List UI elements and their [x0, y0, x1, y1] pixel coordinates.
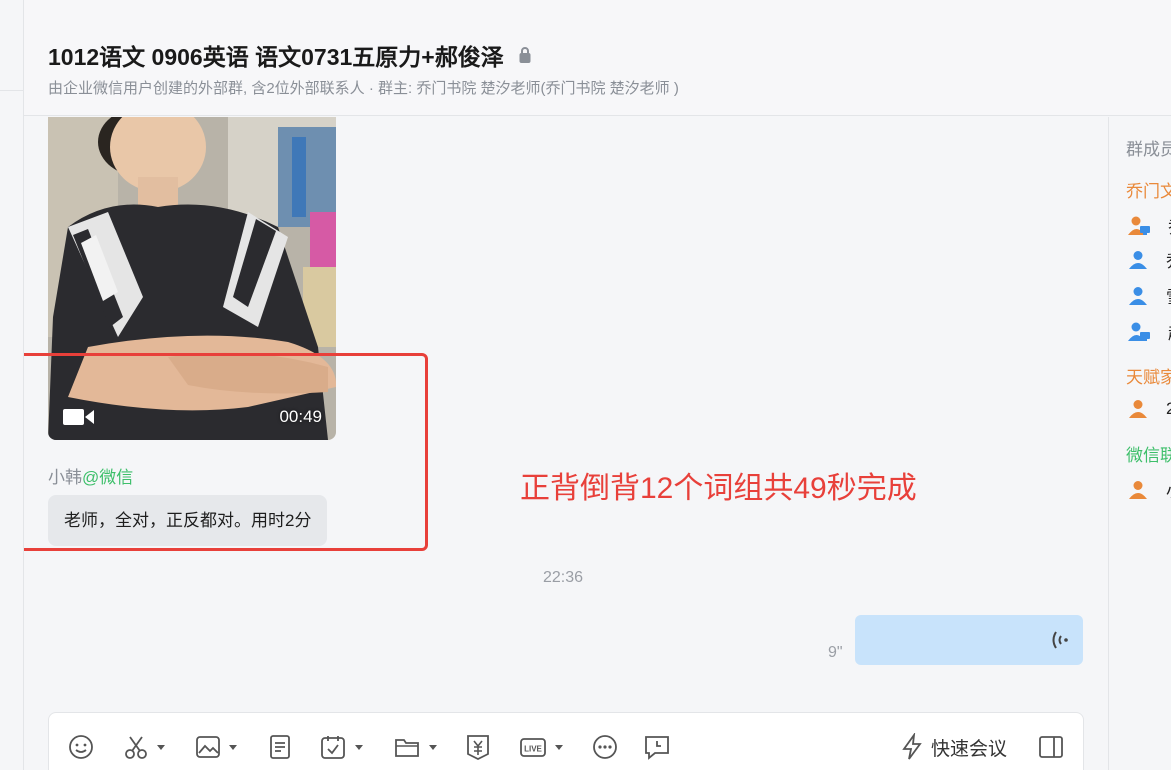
user-icon [1129, 286, 1147, 305]
lightning-icon [902, 733, 922, 760]
chevron-down-icon[interactable] [229, 744, 237, 750]
live-button[interactable]: LIVE [519, 733, 563, 761]
panel-toggle-icon [1039, 736, 1063, 758]
member-group-label[interactable]: 乔门文 [1126, 177, 1171, 202]
member-sidebar: 群成员 乔门文 乔 乔 雪 赵 天赋家 2 微信联 小 [1108, 117, 1171, 770]
member-item[interactable]: 乔 [1128, 247, 1171, 272]
chevron-down-icon[interactable] [555, 744, 563, 750]
timed-message-button[interactable] [643, 733, 671, 761]
emoji-button[interactable] [67, 733, 95, 761]
member-item[interactable]: 小 [1128, 477, 1171, 502]
chevron-down-icon[interactable] [429, 744, 437, 750]
lock-icon [519, 47, 531, 63]
left-nav-strip [0, 0, 24, 770]
more-icon [593, 735, 617, 759]
voice-message-bubble[interactable] [855, 615, 1083, 665]
document-button[interactable] [267, 733, 293, 761]
external-user-icon [1129, 400, 1147, 418]
highlight-box [24, 353, 428, 551]
chat-subtitle: 由企业微信用户创建的外部群, 含2位外部联系人 · 群主: 乔门书院 楚汐老师(… [48, 80, 679, 97]
svg-text:LIVE: LIVE [524, 745, 542, 754]
chat-title[interactable]: 1012语文 0906英语 语文0731五原力+郝俊泽 [48, 38, 532, 72]
live-icon: LIVE [520, 738, 546, 757]
member-item[interactable]: 赵 [1128, 319, 1171, 344]
members-title: 群成员 [1126, 140, 1171, 159]
external-user-icon [1129, 480, 1147, 499]
chat-title-text[interactable]: 1012语文 0906英语 语文0731五原力+郝俊泽 [48, 38, 504, 72]
quick-meeting-label[interactable]: 快速会议 [931, 734, 1007, 761]
member-item[interactable]: 乔 [1128, 213, 1171, 238]
emoji-icon [69, 735, 93, 759]
member-item[interactable]: 2 [1128, 399, 1171, 419]
chevron-down-icon[interactable] [157, 744, 165, 750]
document-icon [270, 735, 290, 759]
annotation-text: 正背倒背12个词组共49秒完成 [520, 472, 917, 505]
admin-user-icon [1128, 216, 1150, 235]
member-group-label[interactable]: 天赋家 [1126, 363, 1171, 388]
screenshot-button[interactable] [123, 733, 165, 761]
image-icon [196, 736, 220, 758]
voice-duration: 9" [828, 644, 843, 661]
red-packet-button[interactable] [465, 733, 491, 761]
panel-toggle-button[interactable] [1037, 733, 1065, 761]
chevron-down-icon[interactable] [355, 744, 363, 750]
user-icon [1129, 250, 1147, 269]
red-packet-icon [467, 735, 489, 761]
message-list[interactable]: 00:49 小韩@微信 老师，全对，正反都对。用时2分 正背倒背12个词组共49… [24, 117, 1108, 770]
quick-meeting-button[interactable]: 快速会议 [901, 733, 1007, 761]
member-item[interactable]: 雪 [1128, 283, 1171, 308]
timestamp: 22:36 [543, 569, 584, 586]
folder-icon [395, 739, 419, 757]
folder-button[interactable] [393, 733, 437, 761]
calendar-check-icon [321, 736, 345, 759]
schedule-button[interactable] [319, 733, 363, 761]
voice-wave-icon [1052, 631, 1068, 649]
more-button[interactable] [591, 733, 619, 761]
member-group-label[interactable]: 微信联 [1126, 441, 1171, 466]
chat-header: 1012语文 0906英语 语文0731五原力+郝俊泽 由企业微信用户创建的外部… [24, 0, 1171, 116]
image-button[interactable] [195, 733, 237, 761]
scissors-icon [125, 736, 147, 759]
message-composer[interactable]: LIVE 快速会议 [48, 712, 1084, 770]
schedule-message-icon [645, 736, 669, 760]
admin-user-icon [1128, 322, 1150, 341]
